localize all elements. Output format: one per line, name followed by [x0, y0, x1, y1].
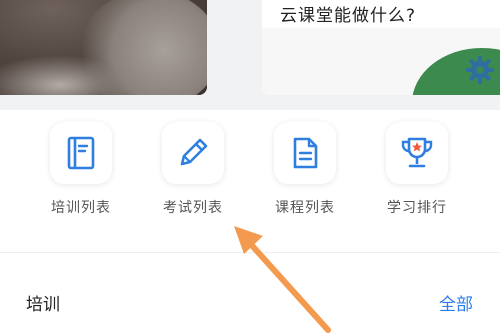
menu-item-label: 考试列表 [163, 200, 223, 216]
menu-item-training-list[interactable]: 培训列表 [36, 122, 126, 217]
gear-icon [466, 56, 494, 84]
menu-icon-box [274, 122, 336, 184]
menu-icon-box [50, 122, 112, 184]
banner-card-title: 云课堂能做什么? [280, 6, 417, 26]
menu-item-course-list[interactable]: 课程列表 [260, 122, 350, 217]
pencil-icon [180, 138, 208, 166]
training-book-icon [67, 136, 95, 170]
banner-card[interactable]: 云课堂能做什么? [262, 0, 500, 95]
menu-item-label: 课程列表 [275, 200, 335, 216]
section-divider [0, 252, 500, 253]
feature-menu: 培训列表 考试列表 课程列表 学习排行 [0, 122, 500, 222]
menu-icon-box [386, 122, 448, 184]
trophy-icon [401, 137, 433, 168]
menu-item-exam-list[interactable]: 考试列表 [148, 122, 238, 217]
banner: 云课堂能做什么? [0, 0, 500, 110]
view-all-link[interactable]: 全部 [439, 290, 473, 315]
menu-item-label: 培训列表 [51, 200, 111, 216]
photo-figure [80, 0, 207, 95]
menu-item-study-ranking[interactable]: 学习排行 [372, 122, 462, 217]
section-title: 培训 [26, 295, 60, 315]
banner-photo[interactable] [0, 0, 207, 95]
menu-icon-box [162, 122, 224, 184]
document-icon [293, 137, 318, 169]
menu-item-label: 学习排行 [387, 200, 447, 216]
